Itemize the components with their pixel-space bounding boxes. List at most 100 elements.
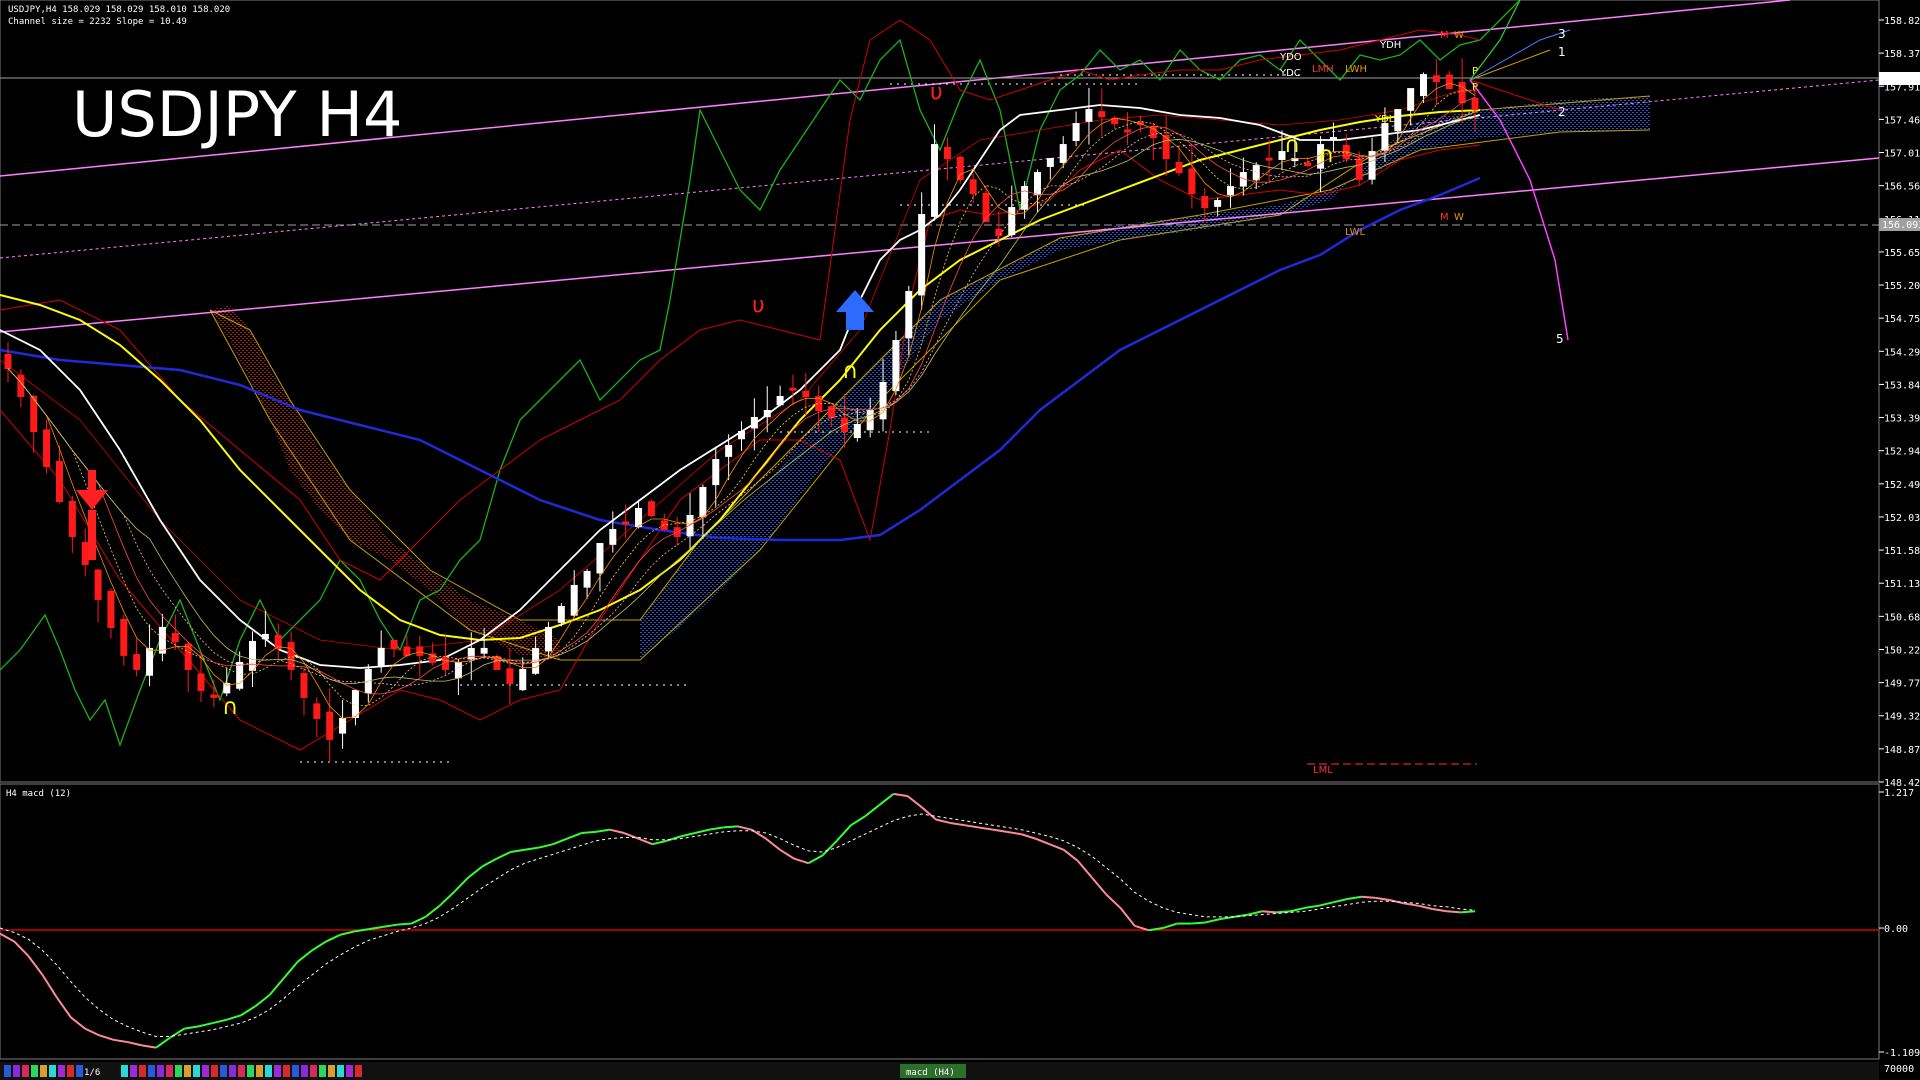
candle-body xyxy=(789,387,797,391)
macd-segment xyxy=(1375,896,1391,902)
tab-swatch[interactable] xyxy=(328,1065,335,1077)
candle-body xyxy=(1072,123,1080,142)
tab-swatch[interactable] xyxy=(238,1065,245,1077)
tab-swatch[interactable] xyxy=(202,1065,209,1077)
macd-segment xyxy=(581,830,596,835)
tab-swatch[interactable] xyxy=(337,1065,344,1077)
lbl-ydh: YDH xyxy=(1379,40,1401,51)
tab-swatch[interactable] xyxy=(157,1065,164,1077)
tab-swatch[interactable] xyxy=(49,1065,56,1077)
tab-swatch[interactable] xyxy=(319,1065,326,1077)
macd-segment xyxy=(98,1034,114,1041)
candle-body xyxy=(1420,74,1428,97)
tab-swatch[interactable] xyxy=(139,1065,146,1077)
chart-title: USDJPY H4 xyxy=(72,78,402,151)
candle-body xyxy=(969,179,977,195)
candle-body xyxy=(1046,158,1054,167)
tab-swatch[interactable] xyxy=(184,1065,191,1077)
tab-swatch[interactable] xyxy=(229,1065,236,1077)
lbl-ydc: YDC xyxy=(1279,68,1301,79)
tab-swatch[interactable] xyxy=(148,1065,155,1077)
tab-swatch[interactable] xyxy=(310,1065,317,1077)
price-tick-label: 155.650 xyxy=(1884,248,1920,259)
price-tick-label: 157.010 xyxy=(1884,149,1920,160)
macd-segment xyxy=(1119,907,1136,927)
macd-segment xyxy=(84,1027,100,1037)
tab-swatch[interactable] xyxy=(346,1065,353,1077)
dashed-level-label: 156.093 xyxy=(1882,220,1920,231)
tab-swatch[interactable] xyxy=(283,1065,290,1077)
macd-segment xyxy=(212,1018,228,1025)
lbl-w-top: W xyxy=(1454,30,1464,41)
tab-page-indicator[interactable]: 1/6 xyxy=(84,1068,100,1078)
candle-body xyxy=(184,643,192,670)
tab-swatch[interactable] xyxy=(265,1065,272,1077)
tab-swatch[interactable] xyxy=(67,1065,74,1077)
macd-tab-label[interactable]: macd (H4) xyxy=(906,1068,955,1078)
tab-swatch[interactable] xyxy=(4,1065,11,1077)
fractal-up-icon-1: υ xyxy=(752,293,765,318)
macd-segment xyxy=(1006,830,1022,836)
lbl-ydo: YDO xyxy=(1279,52,1302,63)
candle-body xyxy=(339,717,347,734)
macd-segment xyxy=(226,1014,242,1021)
candle-body xyxy=(1394,109,1402,132)
macd-segment xyxy=(694,828,710,834)
price-tick-label: 158.820 xyxy=(1884,16,1920,27)
macd-segment xyxy=(793,857,809,865)
candle-body xyxy=(1085,109,1093,122)
macd-segment xyxy=(198,1022,213,1028)
macd-segment xyxy=(1304,904,1320,909)
macd-segment xyxy=(254,994,271,1008)
candle-body xyxy=(647,501,655,516)
macd-segment xyxy=(13,940,30,957)
tab-swatch[interactable] xyxy=(40,1065,47,1077)
tab-swatch[interactable] xyxy=(211,1065,218,1077)
tab-swatch[interactable] xyxy=(58,1065,65,1077)
macd-tick-label: 0.00 xyxy=(1884,924,1908,935)
candle-body xyxy=(1227,186,1234,196)
tab-swatch[interactable] xyxy=(247,1065,254,1077)
macd-segment xyxy=(1233,913,1249,918)
macd-segment xyxy=(1403,902,1419,907)
candle-body xyxy=(931,144,939,217)
tab-swatch[interactable] xyxy=(355,1065,362,1077)
tab-swatch[interactable] xyxy=(256,1065,263,1077)
tab-swatch[interactable] xyxy=(220,1065,227,1077)
macd-segment xyxy=(992,828,1008,833)
candle-body xyxy=(120,618,128,656)
tab-swatch[interactable] xyxy=(301,1065,308,1077)
tab-swatch[interactable] xyxy=(31,1065,38,1077)
macd-segment xyxy=(495,851,512,860)
candle-body xyxy=(390,639,398,649)
candle-body xyxy=(68,500,76,537)
tab-swatch[interactable] xyxy=(121,1065,128,1077)
candle-body xyxy=(480,647,488,654)
price-tick-label: 152.490 xyxy=(1884,480,1920,491)
macd-segment xyxy=(907,795,923,809)
tab-swatch[interactable] xyxy=(130,1065,137,1077)
tab-swatch[interactable] xyxy=(13,1065,20,1077)
macd-segment xyxy=(113,1038,128,1044)
channel-info: Channel size = 2232 Slope = 10.49 xyxy=(8,17,187,27)
tab-swatch[interactable] xyxy=(166,1065,173,1077)
candle-body xyxy=(55,461,63,502)
macd-tick-label: 1.217 xyxy=(1884,788,1914,799)
tab-swatch[interactable] xyxy=(76,1065,83,1077)
macd-segment xyxy=(297,949,313,963)
tab-swatch[interactable] xyxy=(292,1065,299,1077)
tab-swatch[interactable] xyxy=(175,1065,182,1077)
candle-body xyxy=(467,647,475,660)
fractal-down-icon-2: ∩ xyxy=(842,359,858,384)
price-tick-label: 152.940 xyxy=(1884,447,1920,458)
macd-segment xyxy=(779,848,795,860)
tab-swatch[interactable] xyxy=(274,1065,281,1077)
volume-label: 70000 xyxy=(1884,1064,1914,1075)
macd-segment xyxy=(552,837,568,846)
macd-segment xyxy=(723,825,738,829)
candle-body xyxy=(1471,97,1479,111)
macd-segment xyxy=(1077,860,1093,879)
tab-swatch[interactable] xyxy=(193,1065,200,1077)
tab-swatch[interactable] xyxy=(22,1065,29,1077)
lbl-lwh: LWH xyxy=(1345,64,1367,75)
